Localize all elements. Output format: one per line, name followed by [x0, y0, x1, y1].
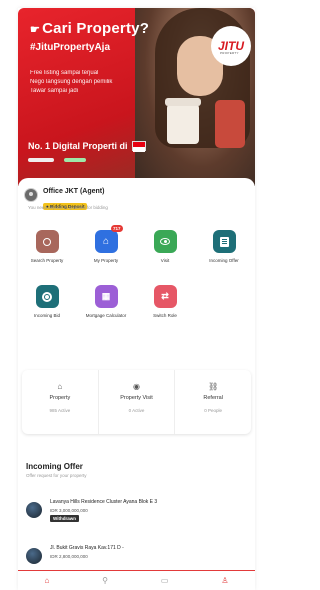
home-icon: ⌂ 717	[94, 225, 123, 253]
indonesia-flag-icon	[131, 141, 146, 152]
property-count-badge: 717	[110, 225, 123, 232]
banner-line: Nego langsung dengan pemilik	[30, 79, 113, 85]
banner-pager	[28, 158, 86, 162]
chat-icon[interactable]: ▭	[161, 576, 169, 585]
offer-item[interactable]: Lavanya Hills Residence Cluster Ayana Bl…	[26, 498, 251, 530]
app-screen: ☛ Cari Property? #JituPropertyAja Free li…	[18, 8, 255, 590]
search-icon	[35, 230, 59, 253]
document-icon	[212, 230, 236, 253]
eye-icon	[153, 230, 177, 253]
pager-dot-active	[64, 158, 86, 162]
office-name: Office JKT (Agent)	[43, 188, 105, 195]
offer-title: Lavanya Hills Residence Cluster Ayana Bl…	[50, 499, 158, 505]
stat-property-visit[interactable]: ◉ Property Visit 0 Active	[99, 370, 176, 434]
stat-property[interactable]: ⌂ Property 985 Active	[22, 370, 99, 434]
menu-incoming-offer[interactable]: Incoming Offer	[199, 230, 249, 263]
offer-title: Jl. Bukit Gravis Raya Kav.171 D -	[50, 545, 124, 551]
stat-referral[interactable]: ⛓ Referral 0 People	[175, 370, 251, 434]
offer-price: IDR 2,800,000,000	[50, 554, 88, 559]
menu-incoming-bid[interactable]: Incoming Bid	[22, 285, 72, 318]
jitu-logo: JITU PROPERTY	[211, 26, 251, 66]
banner-line: Tawar sampai jadi	[30, 88, 79, 94]
banner-title: ☛ Cari Property?	[30, 20, 150, 37]
promo-banner[interactable]: ☛ Cari Property? #JituPropertyAja Free li…	[18, 8, 255, 186]
link-icon: ⛓	[208, 382, 219, 391]
section-subtitle: Offer request for your property	[26, 473, 87, 478]
home-icon[interactable]: ⌂	[44, 576, 49, 585]
banner-line: Free listing sampai terjual	[30, 70, 99, 76]
banner-tagline: No. 1 Digital Properti di	[28, 141, 146, 152]
incoming-offer-section: Incoming Offer Offer request for your pr…	[18, 440, 255, 570]
profile-icon[interactable]: ♙	[221, 576, 228, 585]
menu-search-property[interactable]: Search Property	[22, 230, 72, 263]
target-icon	[35, 285, 59, 308]
avatar[interactable]	[24, 188, 38, 202]
bottom-nav: ⌂ ⚲ ▭ ♙	[18, 570, 255, 590]
section-title: Incoming Offer	[26, 462, 83, 471]
deposit-note: You need deposit to qualified for biddin…	[28, 205, 108, 210]
offer-price: IDR 3,000,000,000	[50, 508, 88, 513]
offer-status-badge: Withdrawn	[50, 515, 79, 522]
home-icon: ⌂	[57, 382, 63, 391]
pointer-hand-icon: ☛	[30, 24, 41, 36]
eye-icon: ◉	[133, 382, 140, 391]
pager-dot	[28, 158, 54, 162]
stats-card: ⌂ Property 985 Active ◉ Property Visit 0…	[22, 370, 251, 434]
menu-visit[interactable]: Visit	[140, 230, 190, 263]
menu-mortgage-calculator[interactable]: ▦ Mortgage Calculator	[81, 285, 131, 318]
banner-hashtag: #JituPropertyAja	[30, 42, 111, 53]
menu-switch-role[interactable]: ⇄ Switch Role	[140, 285, 190, 318]
offer-thumbnail	[26, 502, 42, 518]
menu-my-property[interactable]: ⌂ 717 My Property	[81, 225, 131, 263]
offer-thumbnail	[26, 548, 42, 564]
search-icon[interactable]: ⚲	[102, 576, 108, 585]
calculator-icon: ▦	[94, 285, 118, 308]
switch-icon: ⇄	[153, 285, 177, 308]
